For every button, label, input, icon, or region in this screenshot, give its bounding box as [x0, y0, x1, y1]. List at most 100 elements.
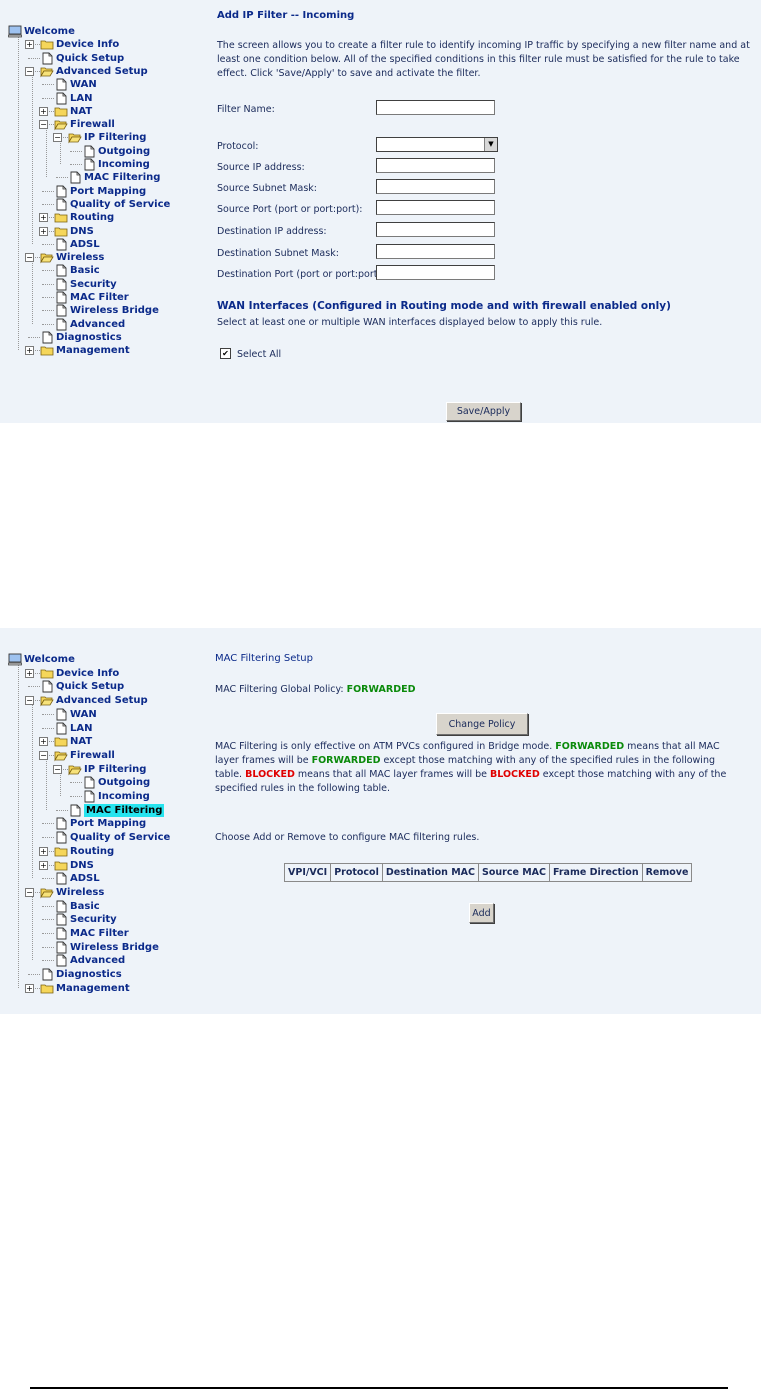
- tree-connector: [18, 32, 19, 351]
- tree-connector: [28, 974, 40, 976]
- tree-connector: [42, 919, 54, 921]
- collapse-icon[interactable]: −: [53, 133, 62, 143]
- mac-filter-description: MAC Filtering is only effective on ATM P…: [215, 740, 740, 796]
- tree-item-label: Device Info: [56, 667, 120, 679]
- expand-icon[interactable]: +: [25, 40, 34, 50]
- tree-item-label: Welcome: [24, 26, 75, 37]
- tree-item-label: IP Filtering: [84, 763, 147, 775]
- select-all-checkbox[interactable]: ✔: [220, 348, 231, 359]
- page-icon: [54, 831, 68, 844]
- expand-icon[interactable]: +: [39, 106, 48, 116]
- tree-item-label: Diagnostics: [56, 969, 122, 981]
- tree-connector: [32, 72, 33, 244]
- source-mask-input[interactable]: [376, 179, 495, 194]
- tree-item-label: Firewall: [70, 749, 115, 761]
- tree-connector: [46, 125, 47, 178]
- page-icon: [54, 954, 68, 967]
- collapse-icon[interactable]: −: [53, 764, 62, 774]
- nav-tree: Welcome Device Info + Quick Setup Advanced S…: [0, 0, 200, 423]
- collapse-icon[interactable]: −: [25, 66, 34, 76]
- expand-icon[interactable]: +: [39, 737, 48, 747]
- col-destination-mac: Destination MAC: [381, 863, 480, 882]
- tree-item-label: Quick Setup: [56, 681, 125, 693]
- destination-port-label: Destination Port (port or port:port):: [217, 269, 385, 280]
- collapse-icon[interactable]: −: [25, 696, 34, 706]
- source-port-input[interactable]: [376, 200, 495, 215]
- folder-icon: [40, 38, 54, 51]
- tree-connector: [42, 310, 54, 312]
- tree-connector: [28, 336, 40, 338]
- tree-connector: [56, 177, 68, 179]
- computer-icon: [8, 653, 22, 666]
- page-icon: [54, 708, 68, 721]
- forwarded-keyword: FORWARDED: [555, 741, 625, 752]
- tree-item-label: Basic: [70, 265, 100, 277]
- collapse-icon[interactable]: −: [25, 253, 34, 263]
- collapse-icon[interactable]: −: [25, 887, 34, 897]
- chevron-down-icon[interactable]: ▼: [484, 138, 497, 151]
- tree-connector: [70, 796, 82, 797]
- folder-icon: [54, 845, 68, 858]
- destination-mask-input[interactable]: [376, 244, 495, 259]
- page-icon: [54, 198, 68, 211]
- page-icon: [40, 331, 54, 344]
- page-icon: [40, 968, 54, 981]
- tree-connector: [42, 878, 54, 880]
- protocol-select[interactable]: ▼: [376, 137, 498, 152]
- collapse-icon[interactable]: −: [39, 120, 48, 130]
- col-source-mac: Source MAC: [478, 863, 550, 882]
- expand-icon[interactable]: +: [39, 226, 48, 236]
- col-remove: Remove: [641, 863, 693, 882]
- tree-item-label: IP Filtering: [84, 132, 147, 144]
- tree-connector: [70, 782, 82, 784]
- folder-open-icon: [54, 749, 68, 762]
- tree-item-label: Routing: [70, 212, 115, 224]
- filter-name-input[interactable]: [376, 100, 495, 115]
- destination-ip-input[interactable]: [376, 222, 495, 237]
- folder-icon: [54, 735, 68, 748]
- folder-icon: [54, 859, 68, 872]
- tree-item-label: Advanced Setup: [56, 65, 148, 77]
- page-icon: [68, 804, 82, 817]
- expand-icon[interactable]: +: [25, 983, 34, 993]
- tree-item-label: DNS: [70, 225, 94, 237]
- page-footer-rule: [30, 1387, 728, 1389]
- folder-icon: [54, 225, 68, 238]
- mac-rules-table: VPI/VCI Protocol Destination MAC Source …: [283, 863, 693, 882]
- page-title: Add IP Filter -- Incoming: [217, 10, 355, 21]
- change-policy-button[interactable]: Change Policy: [436, 713, 528, 735]
- folder-icon: [40, 982, 54, 995]
- page-icon: [54, 185, 68, 198]
- collapse-icon[interactable]: −: [39, 750, 48, 760]
- tree-item-label: Routing: [70, 845, 115, 857]
- tree-item-label: Firewall: [70, 119, 115, 131]
- folder-open-icon: [40, 65, 54, 78]
- tree-item-label: Advanced Setup: [56, 695, 148, 707]
- tree-item-label: NAT: [70, 736, 93, 748]
- source-ip-input[interactable]: [376, 158, 495, 173]
- expand-icon[interactable]: +: [39, 213, 48, 223]
- wan-interfaces-title: WAN Interfaces (Configured in Routing mo…: [217, 300, 671, 312]
- ip-filter-panel: Welcome Device Info + Quick Setup Advanced S…: [0, 0, 761, 423]
- page-icon: [82, 776, 96, 789]
- tree-connector: [42, 270, 54, 272]
- tree-connector: [42, 203, 54, 205]
- tree-connector: [28, 57, 40, 59]
- tree-connector: [42, 283, 54, 285]
- page-icon: [54, 941, 68, 954]
- save-apply-button[interactable]: Save/Apply: [446, 402, 521, 421]
- tree-item-label: Incoming: [98, 159, 150, 170]
- col-frame-direction: Frame Direction: [548, 863, 643, 882]
- page-icon: [54, 238, 68, 251]
- tree-connector: [42, 946, 54, 948]
- page-icon: [54, 913, 68, 926]
- tree-item-label: Security: [70, 278, 117, 290]
- expand-icon[interactable]: +: [25, 346, 34, 356]
- protocol-label: Protocol:: [217, 141, 259, 152]
- expand-icon[interactable]: +: [25, 668, 34, 678]
- expand-icon[interactable]: +: [39, 860, 48, 870]
- page-description: The screen allows you to create a filter…: [217, 40, 750, 79]
- expand-icon[interactable]: +: [39, 846, 48, 856]
- destination-port-input[interactable]: [376, 265, 495, 280]
- add-button[interactable]: Add: [469, 903, 494, 923]
